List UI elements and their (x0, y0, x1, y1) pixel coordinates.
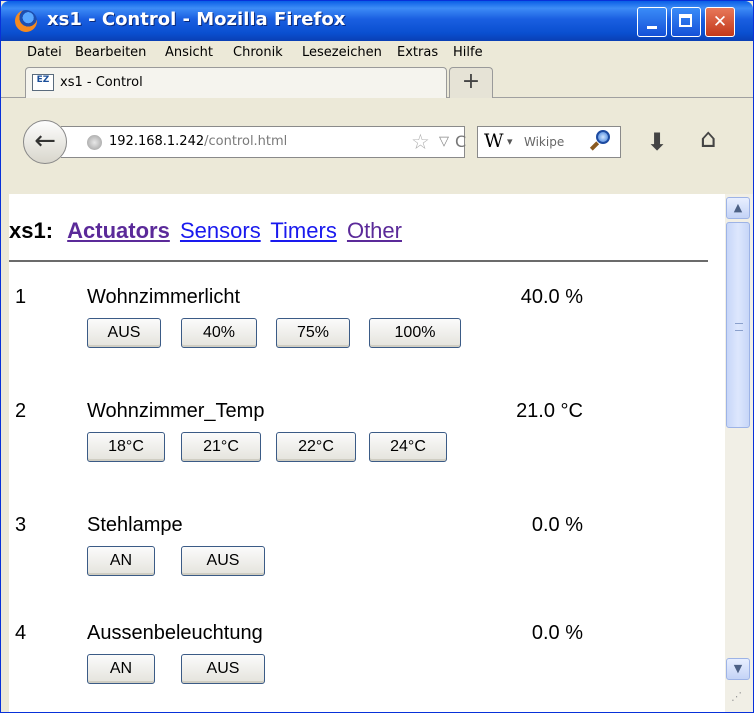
actuator-name: Aussenbeleuchtung (87, 622, 263, 644)
actuator-button[interactable]: 21°C (181, 432, 261, 462)
scroll-up-button[interactable]: ▲ (726, 197, 750, 219)
title-bar[interactable]: xs1 - Control - Mozilla Firefox ✕ (1, 1, 753, 41)
favicon-text: EZ (36, 75, 50, 85)
actuator-number: 1 (15, 286, 27, 308)
menu-bar: Datei Bearbeiten Ansicht Chronik Lesezei… (1, 41, 753, 65)
firefox-logo-icon (15, 10, 37, 32)
back-button[interactable]: ← (23, 120, 67, 164)
actuator-button[interactable]: 75% (276, 318, 350, 348)
actuator-button[interactable]: 24°C (369, 432, 447, 462)
minimize-button[interactable] (637, 7, 667, 37)
actuator-button[interactable]: 22°C (276, 432, 356, 462)
actuator-button[interactable]: 40% (181, 318, 257, 348)
vertical-scrollbar[interactable]: ▲ ▼ ⋰ (725, 194, 753, 712)
actuator-row: 3 Stehlampe 0.0 % AN AUS (9, 514, 725, 604)
actuator-row: 2 Wohnzimmer_Temp 21.0 °C 18°C 21°C 22°C… (9, 400, 725, 490)
menu-hilfe[interactable]: Hilfe (453, 45, 483, 60)
nav-actuators-link[interactable]: Actuators (67, 218, 170, 243)
actuator-number: 4 (15, 622, 27, 644)
url-host: 192.168.1.242 (109, 134, 205, 149)
history-dropdown-icon[interactable]: ▽ (439, 134, 449, 149)
favicon-icon: EZ (32, 74, 54, 91)
actuator-value: 21.0 °C (516, 400, 583, 422)
download-icon[interactable]: ⬇ (647, 128, 667, 156)
menu-chronik[interactable]: Chronik (233, 45, 283, 60)
search-box[interactable]: W ▾ Wikipe (477, 126, 621, 158)
nav-timers-link[interactable]: Timers (270, 218, 336, 243)
search-icon[interactable] (589, 130, 612, 152)
maximize-icon (679, 14, 692, 27)
search-engine-dropdown-icon[interactable]: ▾ (507, 135, 513, 148)
site-name: xs1: (9, 218, 54, 243)
page-header: xs1: Actuators Sensors Timers Other (9, 218, 406, 244)
actuator-row: 1 Wohnzimmerlicht 40.0 % AUS 40% 75% 100… (9, 286, 725, 376)
actuator-button[interactable]: 100% (369, 318, 461, 348)
window-title: xs1 - Control - Mozilla Firefox (47, 9, 346, 30)
close-icon: ✕ (712, 12, 728, 32)
scroll-thumb[interactable] (726, 222, 750, 428)
header-divider (9, 260, 708, 262)
actuator-row: 4 Aussenbeleuchtung 0.0 % AN AUS (9, 622, 725, 712)
navigation-bar: 192.168.1.242/control.html ☆ ▽ C ← W ▾ W… (1, 98, 753, 194)
plus-icon: + (461, 69, 481, 94)
menu-extras[interactable]: Extras (397, 45, 438, 60)
tab-strip: EZ xs1 - Control + (1, 65, 753, 98)
browser-window: xs1 - Control - Mozilla Firefox ✕ Datei … (0, 0, 754, 713)
menu-bearbeiten[interactable]: Bearbeiten (75, 45, 146, 60)
home-icon[interactable]: ⌂ (700, 124, 717, 154)
menu-lesezeichen[interactable]: Lesezeichen (302, 45, 382, 60)
actuator-button[interactable]: AUS (181, 546, 265, 576)
actuator-button[interactable]: AN (87, 546, 155, 576)
arrow-down-icon: ▼ (733, 662, 743, 675)
actuator-button[interactable]: AUS (181, 654, 265, 684)
resize-grip-icon[interactable]: ⋰ (731, 690, 742, 703)
wikipedia-icon[interactable]: W (484, 130, 504, 152)
actuator-name: Wohnzimmer_Temp (87, 400, 265, 422)
minimize-icon (647, 26, 657, 29)
actuator-number: 3 (15, 514, 27, 536)
actuator-number: 2 (15, 400, 27, 422)
close-button[interactable]: ✕ (705, 7, 735, 37)
new-tab-button[interactable]: + (449, 67, 493, 98)
page-content: xs1: Actuators Sensors Timers Other 1 Wo… (9, 194, 725, 712)
tab-xs1-control[interactable]: EZ xs1 - Control (25, 67, 447, 98)
grip-icon (735, 323, 743, 331)
scroll-down-button[interactable]: ▼ (726, 658, 750, 680)
nav-sensors-link[interactable]: Sensors (180, 218, 261, 243)
reload-icon[interactable]: C (455, 132, 466, 151)
actuator-button[interactable]: 18°C (87, 432, 165, 462)
menu-datei[interactable]: Datei (27, 45, 62, 60)
bookmark-star-icon[interactable]: ☆ (411, 130, 430, 154)
url-bar[interactable]: 192.168.1.242/control.html ☆ ▽ C (61, 126, 466, 158)
arrow-up-icon: ▲ (733, 201, 743, 214)
actuator-name: Stehlampe (87, 514, 183, 536)
back-arrow-icon: ← (34, 126, 56, 156)
actuator-value: 0.0 % (531, 622, 583, 644)
url-path: /control.html (204, 134, 288, 149)
actuator-button[interactable]: AUS (87, 318, 161, 348)
url-text[interactable]: 192.168.1.242/control.html (109, 134, 287, 149)
search-input[interactable]: Wikipe (524, 135, 564, 149)
nav-other-link[interactable]: Other (347, 218, 402, 243)
tab-label: xs1 - Control (60, 75, 143, 90)
actuator-value: 0.0 % (531, 514, 583, 536)
globe-icon (87, 135, 102, 150)
actuator-value: 40.0 % (520, 286, 583, 308)
actuator-button[interactable]: AN (87, 654, 155, 684)
maximize-button[interactable] (671, 7, 701, 37)
actuator-name: Wohnzimmerlicht (87, 286, 240, 308)
menu-ansicht[interactable]: Ansicht (165, 45, 213, 60)
